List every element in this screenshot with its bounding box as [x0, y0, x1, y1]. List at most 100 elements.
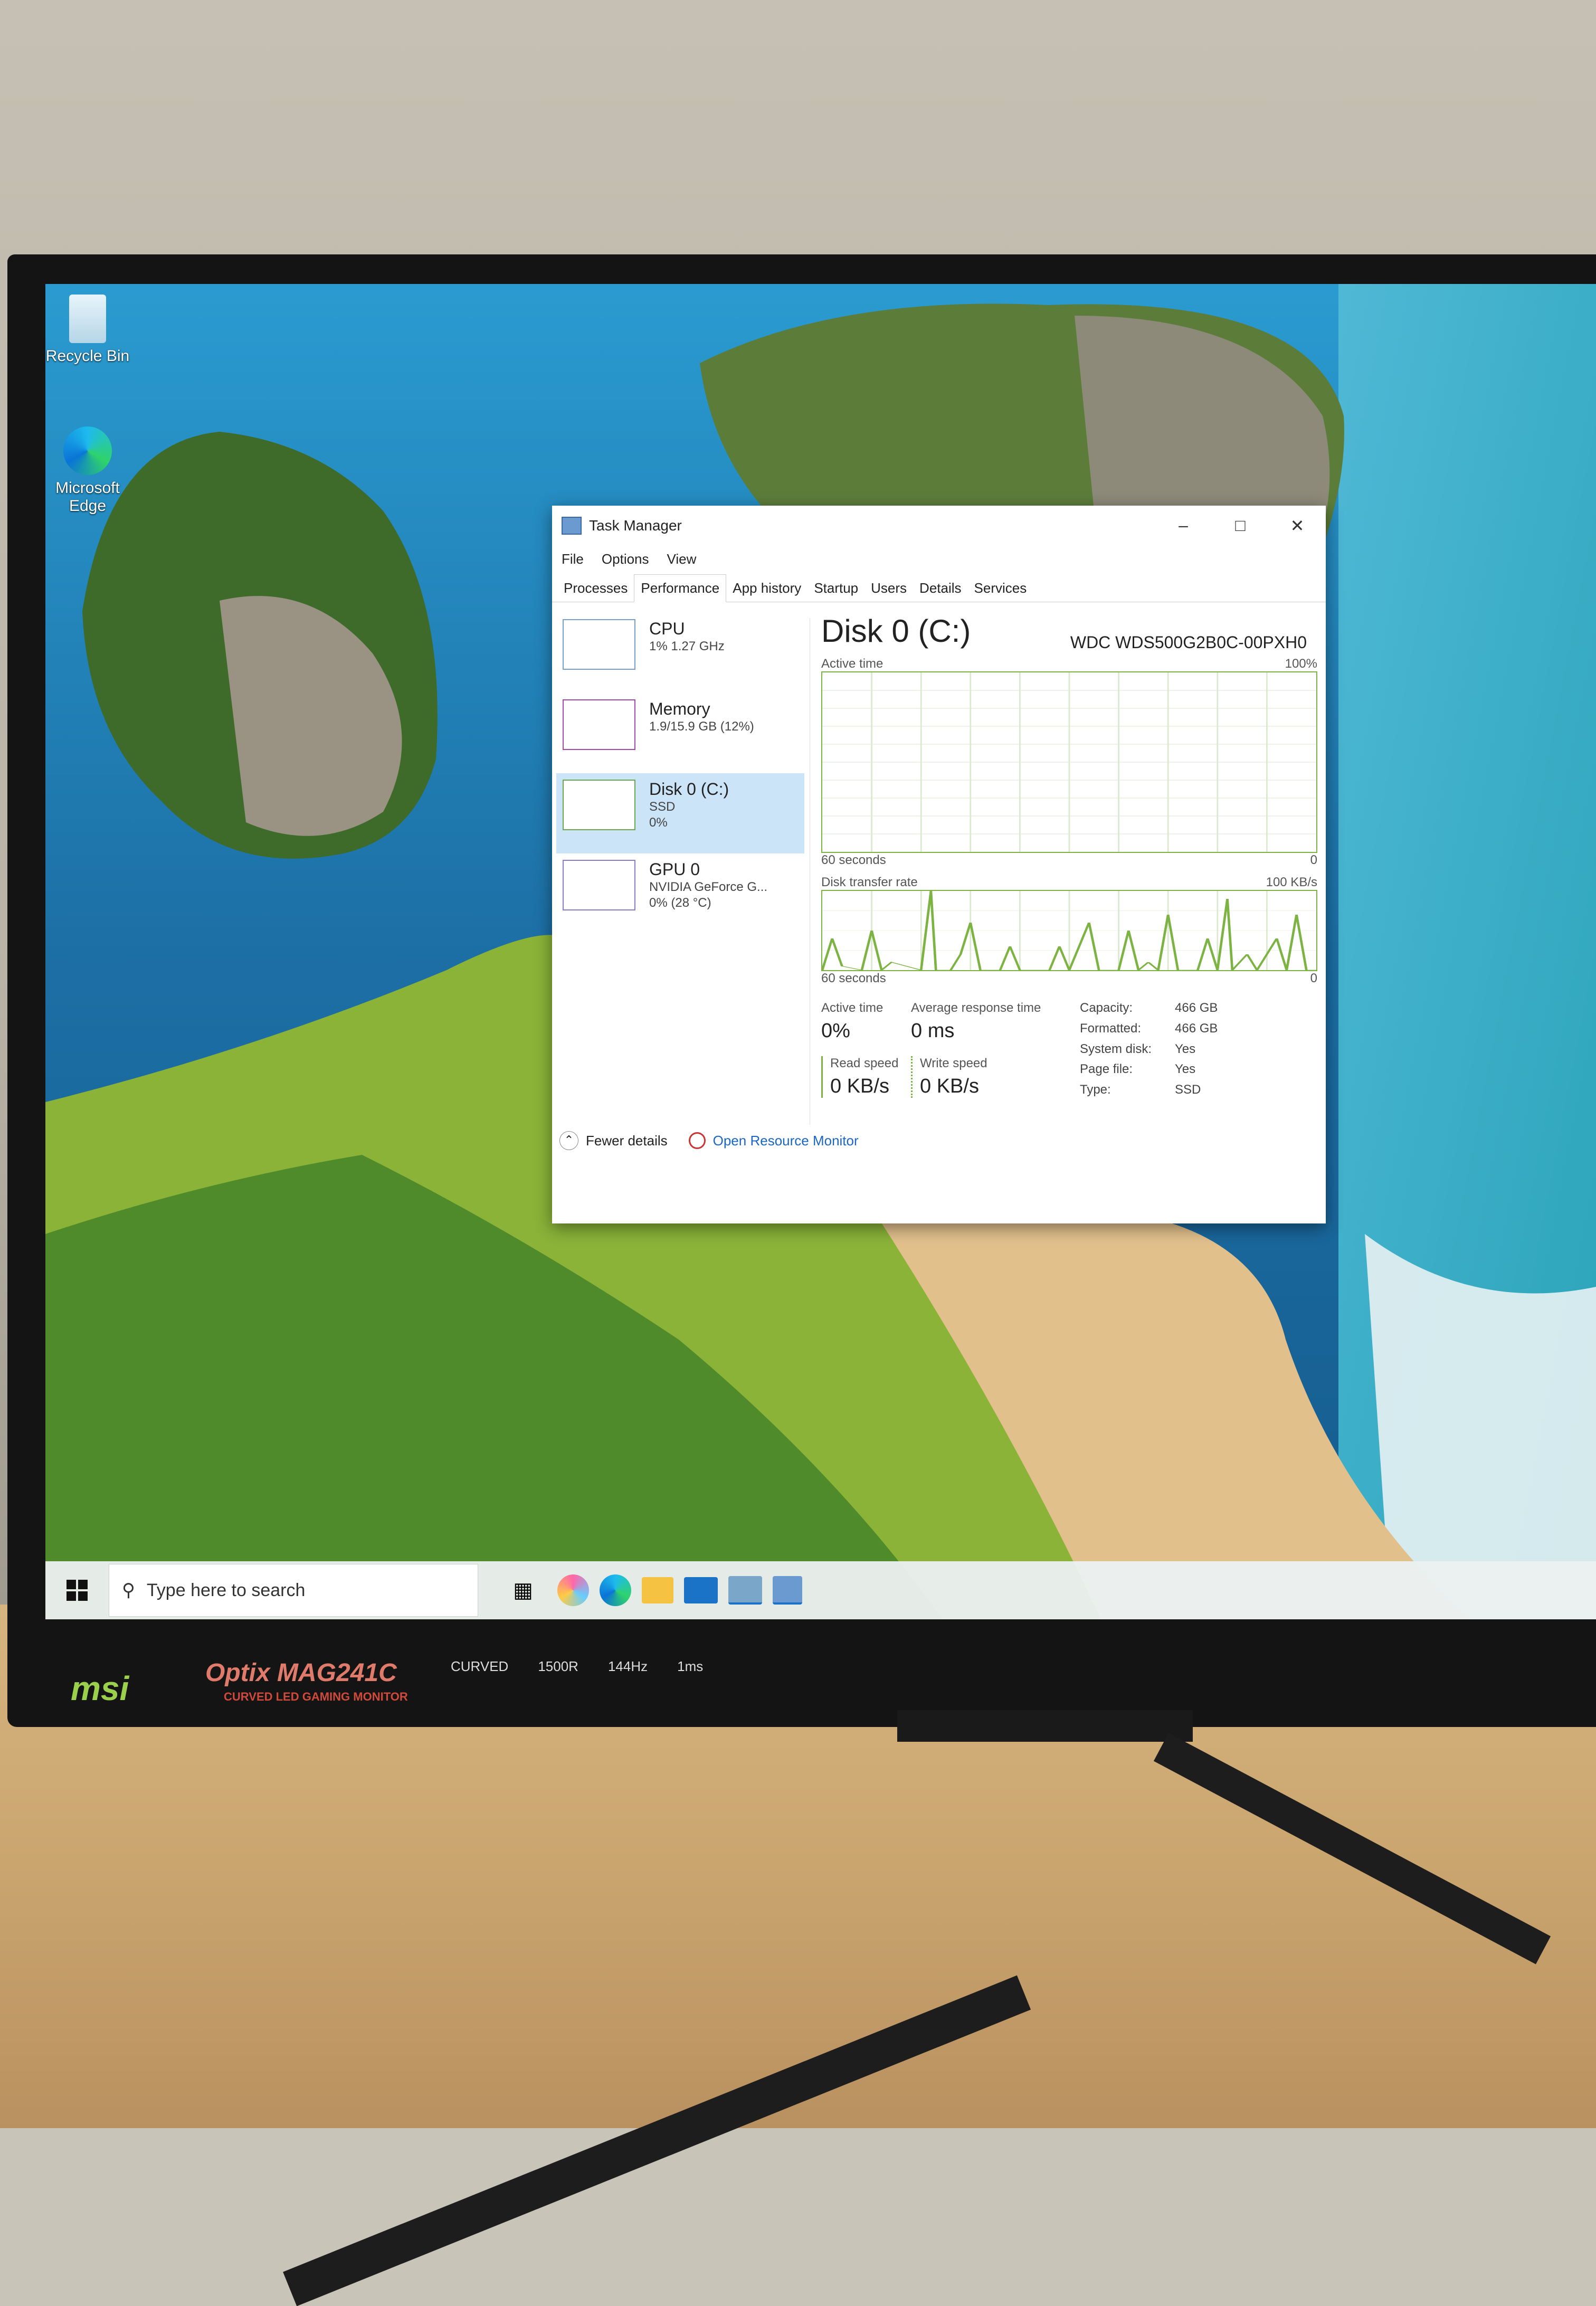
tab-startup[interactable]: Startup — [808, 575, 864, 602]
open-resource-monitor-link[interactable]: Open Resource Monitor — [688, 1132, 859, 1149]
transfer-rate-chart-label: Disk transfer rate — [821, 875, 918, 889]
prop-value: Yes — [1175, 1041, 1196, 1056]
title-bar[interactable]: Task Manager – □ ✕ — [552, 506, 1326, 546]
window-title: Task Manager — [589, 517, 682, 534]
resource-detail: 1.9/15.9 GB (12%) — [649, 719, 754, 734]
active-time-chart-min: 0 — [1310, 853, 1317, 867]
active-time-grid — [822, 672, 1316, 852]
monitor-features: CURVED 1500R 144Hz 1ms — [451, 1658, 703, 1675]
transfer-rate-chart-xlabel: 60 seconds — [821, 971, 886, 985]
resource-item-memory[interactable]: Memory 1.9/15.9 GB (12%) — [556, 693, 804, 773]
resource-detail: SSD — [649, 800, 676, 814]
fewer-details-button[interactable]: ⌃ Fewer details — [559, 1131, 668, 1150]
menu-options[interactable]: Options — [602, 551, 649, 567]
maximize-button[interactable]: □ — [1212, 516, 1269, 536]
feature-1500r: 1500R — [538, 1658, 578, 1674]
prop-key: System disk: — [1080, 1041, 1152, 1056]
mail-icon[interactable] — [684, 1577, 718, 1603]
write-speed-value: 0 KB/s — [920, 1075, 979, 1097]
taskbar: ⚲ Type here to search ▦ — [45, 1561, 1596, 1619]
feature-1ms: 1ms — [677, 1658, 704, 1674]
active-time-value: 0% — [821, 1020, 850, 1042]
resource-name: Disk 0 (C:) — [649, 780, 729, 799]
read-speed-value: 0 KB/s — [830, 1075, 889, 1097]
disk-thumbnail — [563, 780, 635, 830]
monitor-model: Optix MAG241C — [205, 1659, 397, 1687]
resource-detail: 0% — [649, 815, 668, 830]
resource-detail: 1% 1.27 GHz — [649, 639, 725, 653]
minimize-button[interactable]: – — [1155, 516, 1212, 536]
prop-key: Formatted: — [1080, 1021, 1142, 1036]
memory-thumbnail — [563, 699, 635, 750]
desktop-icon-label: Microsoft Edge — [55, 479, 120, 515]
file-explorer-icon[interactable] — [642, 1577, 673, 1603]
desktop-screen: Recycle Bin Microsoft Edge Task Manager … — [45, 284, 1596, 1619]
prop-value: Yes — [1175, 1062, 1196, 1077]
monitor-stand — [897, 1710, 1193, 1742]
disk-detail-pane: Disk 0 (C:) WDC WDS500G2B0C-00PXH0 Activ… — [821, 613, 1317, 1098]
desktop-icon-recycle-bin[interactable]: Recycle Bin — [45, 295, 130, 365]
resource-list: CPU 1% 1.27 GHz Memory 1.9/15.9 GB (12%)… — [556, 613, 804, 934]
search-placeholder: Type here to search — [146, 1580, 306, 1600]
task-manager-taskbar-icon[interactable] — [773, 1576, 802, 1605]
prop-key: Type: — [1080, 1083, 1111, 1097]
active-time-chart-xlabel: 60 seconds — [821, 853, 886, 867]
tab-app-history[interactable]: App history — [726, 575, 808, 602]
active-time-chart-max: 100% — [1285, 657, 1317, 671]
recycle-bin-icon — [69, 295, 106, 343]
start-button[interactable] — [45, 1561, 109, 1619]
prop-value: 466 GB — [1175, 1001, 1218, 1015]
transfer-rate-plot — [821, 890, 1316, 971]
desktop-icon-edge[interactable]: Microsoft Edge — [45, 426, 130, 515]
resource-item-disk[interactable]: Disk 0 (C:) SSD 0% — [556, 773, 804, 853]
resource-monitor-icon — [688, 1132, 706, 1149]
window-footer: ⌃ Fewer details Open Resource Monitor — [559, 1131, 859, 1150]
copilot-icon[interactable] — [557, 1574, 589, 1606]
monitor-subtitle: CURVED LED GAMING MONITOR — [224, 1690, 408, 1703]
cpu-thumbnail — [563, 619, 635, 670]
gpu-thumbnail — [563, 860, 635, 910]
chevron-up-icon: ⌃ — [559, 1131, 578, 1150]
menu-bar: File Options View — [552, 546, 1326, 572]
disk-model: WDC WDS500G2B0C-00PXH0 — [1070, 633, 1307, 652]
active-time-chart-label: Active time — [821, 657, 884, 671]
prop-key: Page file: — [1080, 1062, 1133, 1077]
disk-properties: Capacity: 466 GB Formatted: 466 GB Syste… — [1080, 1001, 1218, 1098]
resource-item-gpu[interactable]: GPU 0 NVIDIA GeForce G... 0% (28 °C) — [556, 853, 804, 934]
edge-taskbar-icon[interactable] — [600, 1574, 631, 1606]
photos-icon[interactable] — [728, 1576, 762, 1605]
read-speed-label: Read speed — [830, 1056, 899, 1070]
tab-services[interactable]: Services — [968, 575, 1033, 602]
performance-body: CPU 1% 1.27 GHz Memory 1.9/15.9 GB (12%)… — [552, 602, 1326, 1162]
active-time-label: Active time — [821, 1001, 884, 1015]
tab-users[interactable]: Users — [864, 575, 913, 602]
edge-icon — [63, 426, 112, 475]
avg-response-label: Average response time — [911, 1001, 1041, 1015]
prop-key: Capacity: — [1080, 1001, 1133, 1015]
taskbar-search-box[interactable]: ⚲ Type here to search — [109, 1564, 478, 1617]
resource-item-cpu[interactable]: CPU 1% 1.27 GHz — [556, 613, 804, 693]
resource-detail: NVIDIA GeForce G... — [649, 880, 768, 894]
transfer-rate-chart — [821, 890, 1317, 971]
resource-name: GPU 0 — [649, 860, 700, 879]
menu-file[interactable]: File — [562, 551, 584, 567]
windows-icon — [66, 1580, 88, 1601]
prop-value: SSD — [1175, 1083, 1201, 1097]
tab-performance[interactable]: Performance — [634, 574, 727, 602]
resource-monitor-label: Open Resource Monitor — [712, 1132, 859, 1149]
active-time-chart — [821, 671, 1317, 853]
close-button[interactable]: ✕ — [1269, 516, 1326, 536]
menu-view[interactable]: View — [667, 551, 697, 567]
disk-stats: Active time 0% Read speed 0 KB/s Average… — [821, 1001, 1317, 1098]
resource-detail: 0% (28 °C) — [649, 896, 711, 910]
fewer-details-label: Fewer details — [586, 1132, 668, 1149]
avg-response-value: 0 ms — [911, 1020, 955, 1042]
task-view-icon[interactable]: ▦ — [499, 1567, 547, 1614]
tab-processes[interactable]: Processes — [557, 575, 634, 602]
resource-name: Memory — [649, 699, 710, 718]
feature-curved: CURVED — [451, 1658, 509, 1674]
desktop-icon-label: Recycle Bin — [45, 347, 130, 365]
tab-details[interactable]: Details — [913, 575, 967, 602]
task-manager-window: Task Manager – □ ✕ File Options View Pro… — [552, 506, 1326, 1223]
search-icon: ⚲ — [122, 1580, 135, 1600]
